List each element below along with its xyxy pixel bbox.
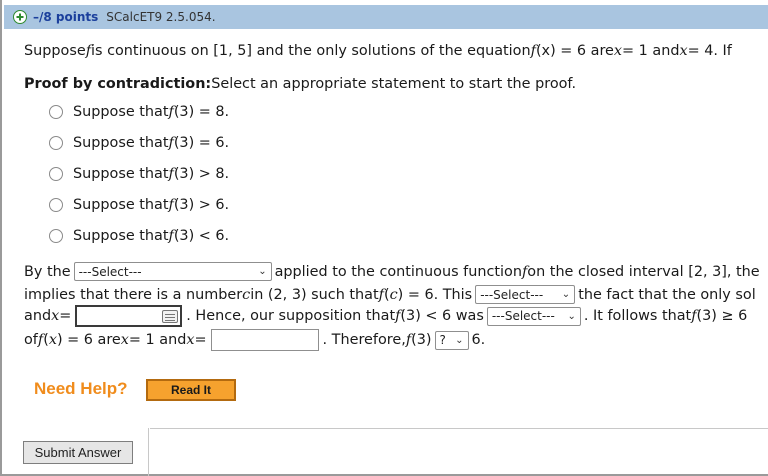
chevron-down-icon: ⌄ — [561, 289, 571, 300]
question-text: Suppose f is continuous on [1, 5] and th… — [24, 43, 732, 59]
theorem-select[interactable]: ---Select--- ⌄ — [73, 262, 272, 281]
text: is continuous on [1, 5] and the only sol… — [91, 43, 531, 59]
plus-circle-icon[interactable] — [13, 10, 27, 24]
option-text: (3) = 8. — [173, 104, 230, 120]
comparison-select[interactable]: ? ⌄ — [434, 330, 469, 350]
proof-heading: Proof by contradiction: — [24, 76, 212, 92]
option-row[interactable]: Suppose that f (3) > 8. — [49, 166, 229, 182]
points-label: –/8 points — [33, 10, 99, 24]
answer-input[interactable] — [75, 305, 183, 327]
option-text: (3) < 6. — [173, 228, 230, 244]
math-var: x — [186, 332, 195, 348]
question-code: SCalcET9 2.5.054. — [106, 10, 216, 24]
option-text: (3) > 8. — [173, 166, 230, 182]
contradiction-select[interactable]: ---Select--- ⌄ — [475, 285, 576, 304]
question-frame: –/8 points SCalcET9 2.5.054. Suppose f i… — [0, 0, 768, 476]
text: (x) = 6 are — [535, 43, 614, 59]
math-var: x — [679, 43, 688, 59]
option-text: Suppose that — [73, 166, 169, 182]
text: implies that there is a number — [24, 286, 243, 303]
text: = 4. If — [687, 43, 732, 59]
text: By the — [24, 263, 71, 280]
need-help-label: Need Help? — [34, 379, 128, 398]
select-value: ? — [439, 333, 446, 347]
text: . Hence, our supposition that — [186, 308, 396, 324]
math-var: x — [613, 43, 623, 59]
answer-input[interactable] — [210, 329, 319, 351]
radio-button[interactable] — [49, 136, 63, 150]
text: (3) ≥ 6 — [696, 308, 748, 324]
paragraph-line: and x = . Hence, our supposition that f(… — [24, 305, 747, 327]
text: Suppose — [24, 43, 86, 59]
option-row[interactable]: Suppose that f (3) = 6. — [49, 135, 229, 151]
option-row[interactable]: Suppose that f (3) > 6. — [49, 197, 229, 213]
text: of — [24, 332, 38, 348]
submit-answer-button[interactable]: Submit Answer — [23, 441, 133, 464]
supposition-select[interactable]: ---Select--- ⌄ — [486, 306, 581, 326]
chevron-down-icon: ⌄ — [567, 310, 576, 322]
text: . Therefore, — [322, 332, 406, 348]
math-var: c — [389, 286, 398, 303]
option-row[interactable]: Suppose that f (3) < 6. — [49, 228, 229, 244]
paragraph-line: By the ---Select--- ⌄ applied to the con… — [24, 262, 760, 281]
text: . It follows that — [583, 308, 692, 324]
paragraph-line: implies that there is a number c in (2, … — [24, 285, 756, 304]
select-value: ---Select--- — [480, 287, 544, 302]
radio-button[interactable] — [49, 167, 63, 181]
chevron-down-icon: ⌄ — [258, 266, 267, 277]
option-text: (3) > 6. — [173, 197, 230, 213]
text: ) = 6 are — [56, 332, 121, 348]
text: in (2, 3) such that — [250, 286, 379, 303]
text: = 1 and — [622, 43, 680, 59]
text: = — [194, 332, 207, 348]
divider — [150, 428, 768, 429]
option-text: Suppose that — [73, 228, 169, 244]
text: applied to the continuous function — [274, 263, 522, 280]
text: on the closed interval [2, 3], the — [527, 263, 760, 280]
option-text: Suppose that — [73, 197, 169, 213]
math-var: x — [51, 308, 60, 324]
text: (3) < 6 was — [400, 308, 484, 324]
question-header: –/8 points SCalcET9 2.5.054. — [4, 5, 768, 29]
text: and — [24, 308, 52, 324]
option-text: Suppose that — [73, 104, 169, 120]
paragraph-line: of f(x) = 6 are x = 1 and x = . Therefor… — [24, 329, 485, 351]
option-row[interactable]: Suppose that f (3) = 8. — [49, 104, 229, 120]
text: 6. — [471, 332, 486, 348]
text: the fact that the only sol — [578, 286, 756, 303]
option-text: Suppose that — [73, 135, 169, 151]
proof-instruction: Proof by contradiction: Select an approp… — [24, 76, 576, 92]
divider — [148, 428, 149, 476]
text: (3) — [411, 332, 432, 348]
math-var: x — [120, 332, 129, 348]
text: ) = 6. This — [397, 286, 473, 303]
math-var: x — [48, 332, 57, 348]
text: = — [59, 308, 72, 324]
select-value: ---Select--- — [491, 309, 555, 323]
radio-button[interactable] — [49, 198, 63, 212]
math-var: c — [242, 286, 251, 303]
radio-button[interactable] — [49, 229, 63, 243]
read-it-button[interactable]: Read It — [146, 379, 236, 401]
radio-button[interactable] — [49, 105, 63, 119]
text: = 1 and — [128, 332, 187, 348]
keyboard-icon[interactable] — [162, 309, 179, 323]
instruction-text: Select an appropriate statement to start… — [211, 76, 577, 92]
select-value: ---Select--- — [78, 264, 142, 279]
chevron-down-icon: ⌄ — [455, 334, 464, 346]
option-text: (3) = 6. — [173, 135, 230, 151]
